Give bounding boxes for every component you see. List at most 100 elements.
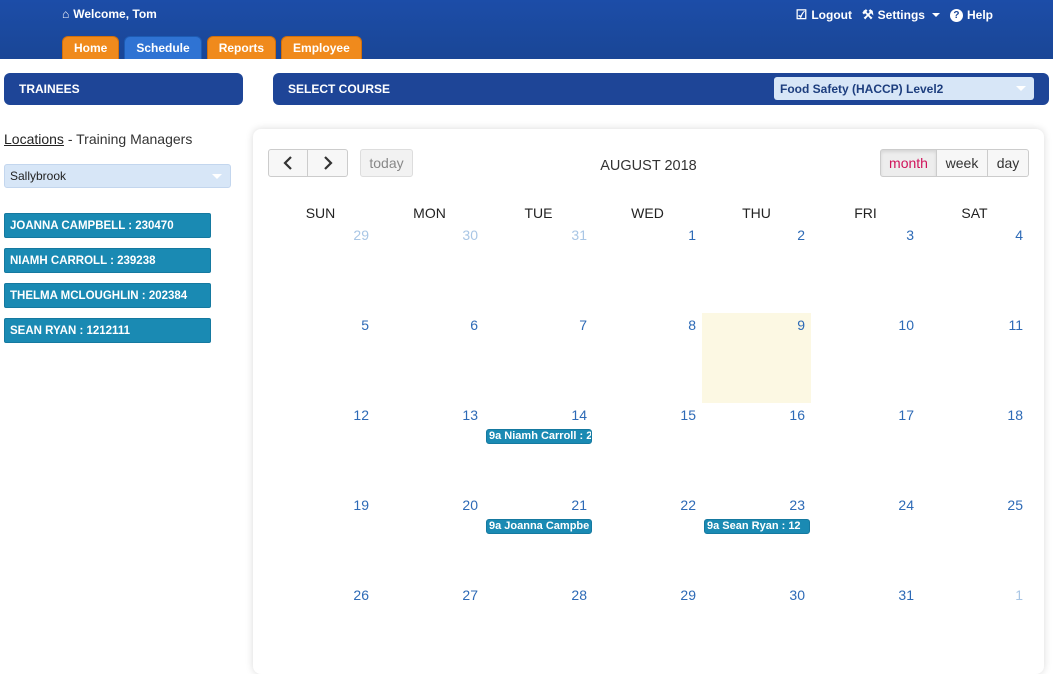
day-number: 5	[361, 317, 369, 333]
user-icon: ⌂	[62, 7, 70, 21]
day-cell[interactable]: 8	[593, 313, 702, 403]
day-number: 31	[571, 227, 587, 243]
logout-link[interactable]: ☑ Logout	[796, 7, 852, 23]
weekday-label: FRI	[854, 205, 877, 221]
calendar-event[interactable]: 9a Joanna Campbe	[486, 519, 592, 534]
day-number: 22	[680, 497, 696, 513]
day-cell[interactable]: 7	[484, 313, 593, 403]
day-cell[interactable]: 29	[266, 223, 375, 313]
day-number: 26	[353, 587, 369, 603]
day-cell[interactable]: 19	[266, 493, 375, 583]
day-number: 16	[789, 407, 805, 423]
day-cell[interactable]: 18	[920, 403, 1029, 493]
day-number: 21	[571, 497, 587, 513]
tab-employee[interactable]: Employee	[281, 36, 362, 59]
day-cell-today[interactable]: 9	[702, 313, 811, 403]
calendar-event[interactable]: 9a Niamh Carroll : 2	[486, 429, 592, 444]
day-cell[interactable]: 20	[375, 493, 484, 583]
weekday-label: MON	[413, 205, 446, 221]
day-cell[interactable]: 16	[702, 403, 811, 493]
day-number: 10	[898, 317, 914, 333]
day-number: 12	[353, 407, 369, 423]
day-cell[interactable]: 10	[811, 313, 920, 403]
day-number: 8	[688, 317, 696, 333]
day-cell[interactable]: 30	[702, 583, 811, 673]
settings-label: Settings	[877, 8, 925, 22]
trainees-header: TRAINEES	[4, 73, 243, 105]
day-cell[interactable]: 31	[484, 223, 593, 313]
day-number: 25	[1007, 497, 1023, 513]
help-icon: ?	[949, 8, 963, 22]
help-link[interactable]: ? Help	[949, 7, 993, 23]
course-header: SELECT COURSE Food Safety (HACCP) Level2	[273, 73, 1049, 105]
day-cell[interactable]: 2	[702, 223, 811, 313]
day-cell[interactable]: 17	[811, 403, 920, 493]
day-cell[interactable]: 31	[811, 583, 920, 673]
day-cell[interactable]: 26	[266, 583, 375, 673]
day-cell[interactable]: 21 9a Joanna Campbe	[484, 493, 593, 583]
logout-label: Logout	[811, 8, 852, 22]
day-number: 29	[680, 587, 696, 603]
day-cell[interactable]: 1	[593, 223, 702, 313]
trainee-item[interactable]: SEAN RYAN : 1212111	[4, 318, 211, 343]
day-number: 1	[1015, 587, 1023, 603]
day-number: 17	[898, 407, 914, 423]
day-cell[interactable]: 30	[375, 223, 484, 313]
top-nav: ☑ Logout ⚒ Settings ? Help	[796, 7, 993, 23]
day-cell[interactable]: 22	[593, 493, 702, 583]
day-cell[interactable]: 28	[484, 583, 593, 673]
day-cell[interactable]: 12	[266, 403, 375, 493]
locations-link[interactable]: Locations	[4, 131, 64, 147]
chevron-down-icon	[931, 13, 940, 17]
day-cell[interactable]: 4	[920, 223, 1029, 313]
course-selected-value: Food Safety (HACCP) Level2	[780, 81, 944, 96]
tab-home[interactable]: Home	[62, 36, 120, 59]
location-selected-value: Sallybrook	[10, 169, 67, 183]
day-cell[interactable]: 27	[375, 583, 484, 673]
tab-reports[interactable]: Reports	[206, 36, 277, 59]
tab-schedule[interactable]: Schedule	[124, 36, 202, 59]
weekday-label: THU	[742, 205, 771, 221]
calendar-event[interactable]: 9a Sean Ryan : 12	[704, 519, 810, 534]
day-cell[interactable]: 29	[593, 583, 702, 673]
day-number: 1	[688, 227, 696, 243]
day-cell[interactable]: 11	[920, 313, 1029, 403]
welcome-area: ⌂ Welcome, Tom	[62, 7, 157, 21]
day-cell[interactable]: 3	[811, 223, 920, 313]
day-number: 31	[898, 587, 914, 603]
day-cell[interactable]: 23 9a Sean Ryan : 12	[702, 493, 811, 583]
day-cell[interactable]: 6	[375, 313, 484, 403]
day-number: 7	[579, 317, 587, 333]
day-cell[interactable]: 25	[920, 493, 1029, 583]
trainee-item[interactable]: NIAMH CARROLL : 239238	[4, 248, 211, 273]
day-number: 18	[1007, 407, 1023, 423]
trainee-item[interactable]: THELMA MCLOUGHLIN : 202384	[4, 283, 211, 308]
view-month-button[interactable]: month	[880, 149, 937, 177]
help-label: Help	[966, 8, 993, 22]
location-select[interactable]: Sallybrook	[4, 164, 231, 188]
weekday-label: TUE	[524, 205, 553, 221]
day-number: 20	[462, 497, 478, 513]
day-cell[interactable]: 15	[593, 403, 702, 493]
dropdown-arrow-icon	[1016, 86, 1026, 91]
day-number: 4	[1015, 227, 1023, 243]
settings-menu[interactable]: ⚒ Settings	[862, 7, 940, 23]
day-cell[interactable]: 5	[266, 313, 375, 403]
month-grid: 29 30 31 1 2 3 4 5 6 7 8 9 10 11 12 13 14 9a Niamh Carrol…	[266, 223, 1029, 673]
course-select[interactable]: Food Safety (HACCP) Level2	[774, 77, 1034, 100]
day-cell[interactable]: 13	[375, 403, 484, 493]
view-week-button[interactable]: week	[937, 149, 988, 177]
weekday-header: SUN MON TUE WED THU FRI SAT	[266, 205, 1029, 221]
trainee-item[interactable]: JOANNA CAMPBELL : 230470	[4, 213, 211, 238]
weekday-label: WED	[631, 205, 664, 221]
day-cell[interactable]: 14 9a Niamh Carroll : 2	[484, 403, 593, 493]
day-cell[interactable]: 1	[920, 583, 1029, 673]
view-day-button[interactable]: day	[988, 149, 1029, 177]
day-cell[interactable]: 24	[811, 493, 920, 583]
weekday-label: SAT	[961, 205, 988, 221]
day-number: 3	[906, 227, 914, 243]
day-number: 15	[680, 407, 696, 423]
checkbox-icon: ☑	[795, 7, 808, 22]
dropdown-arrow-icon	[212, 174, 222, 179]
day-number: 14	[571, 407, 587, 423]
